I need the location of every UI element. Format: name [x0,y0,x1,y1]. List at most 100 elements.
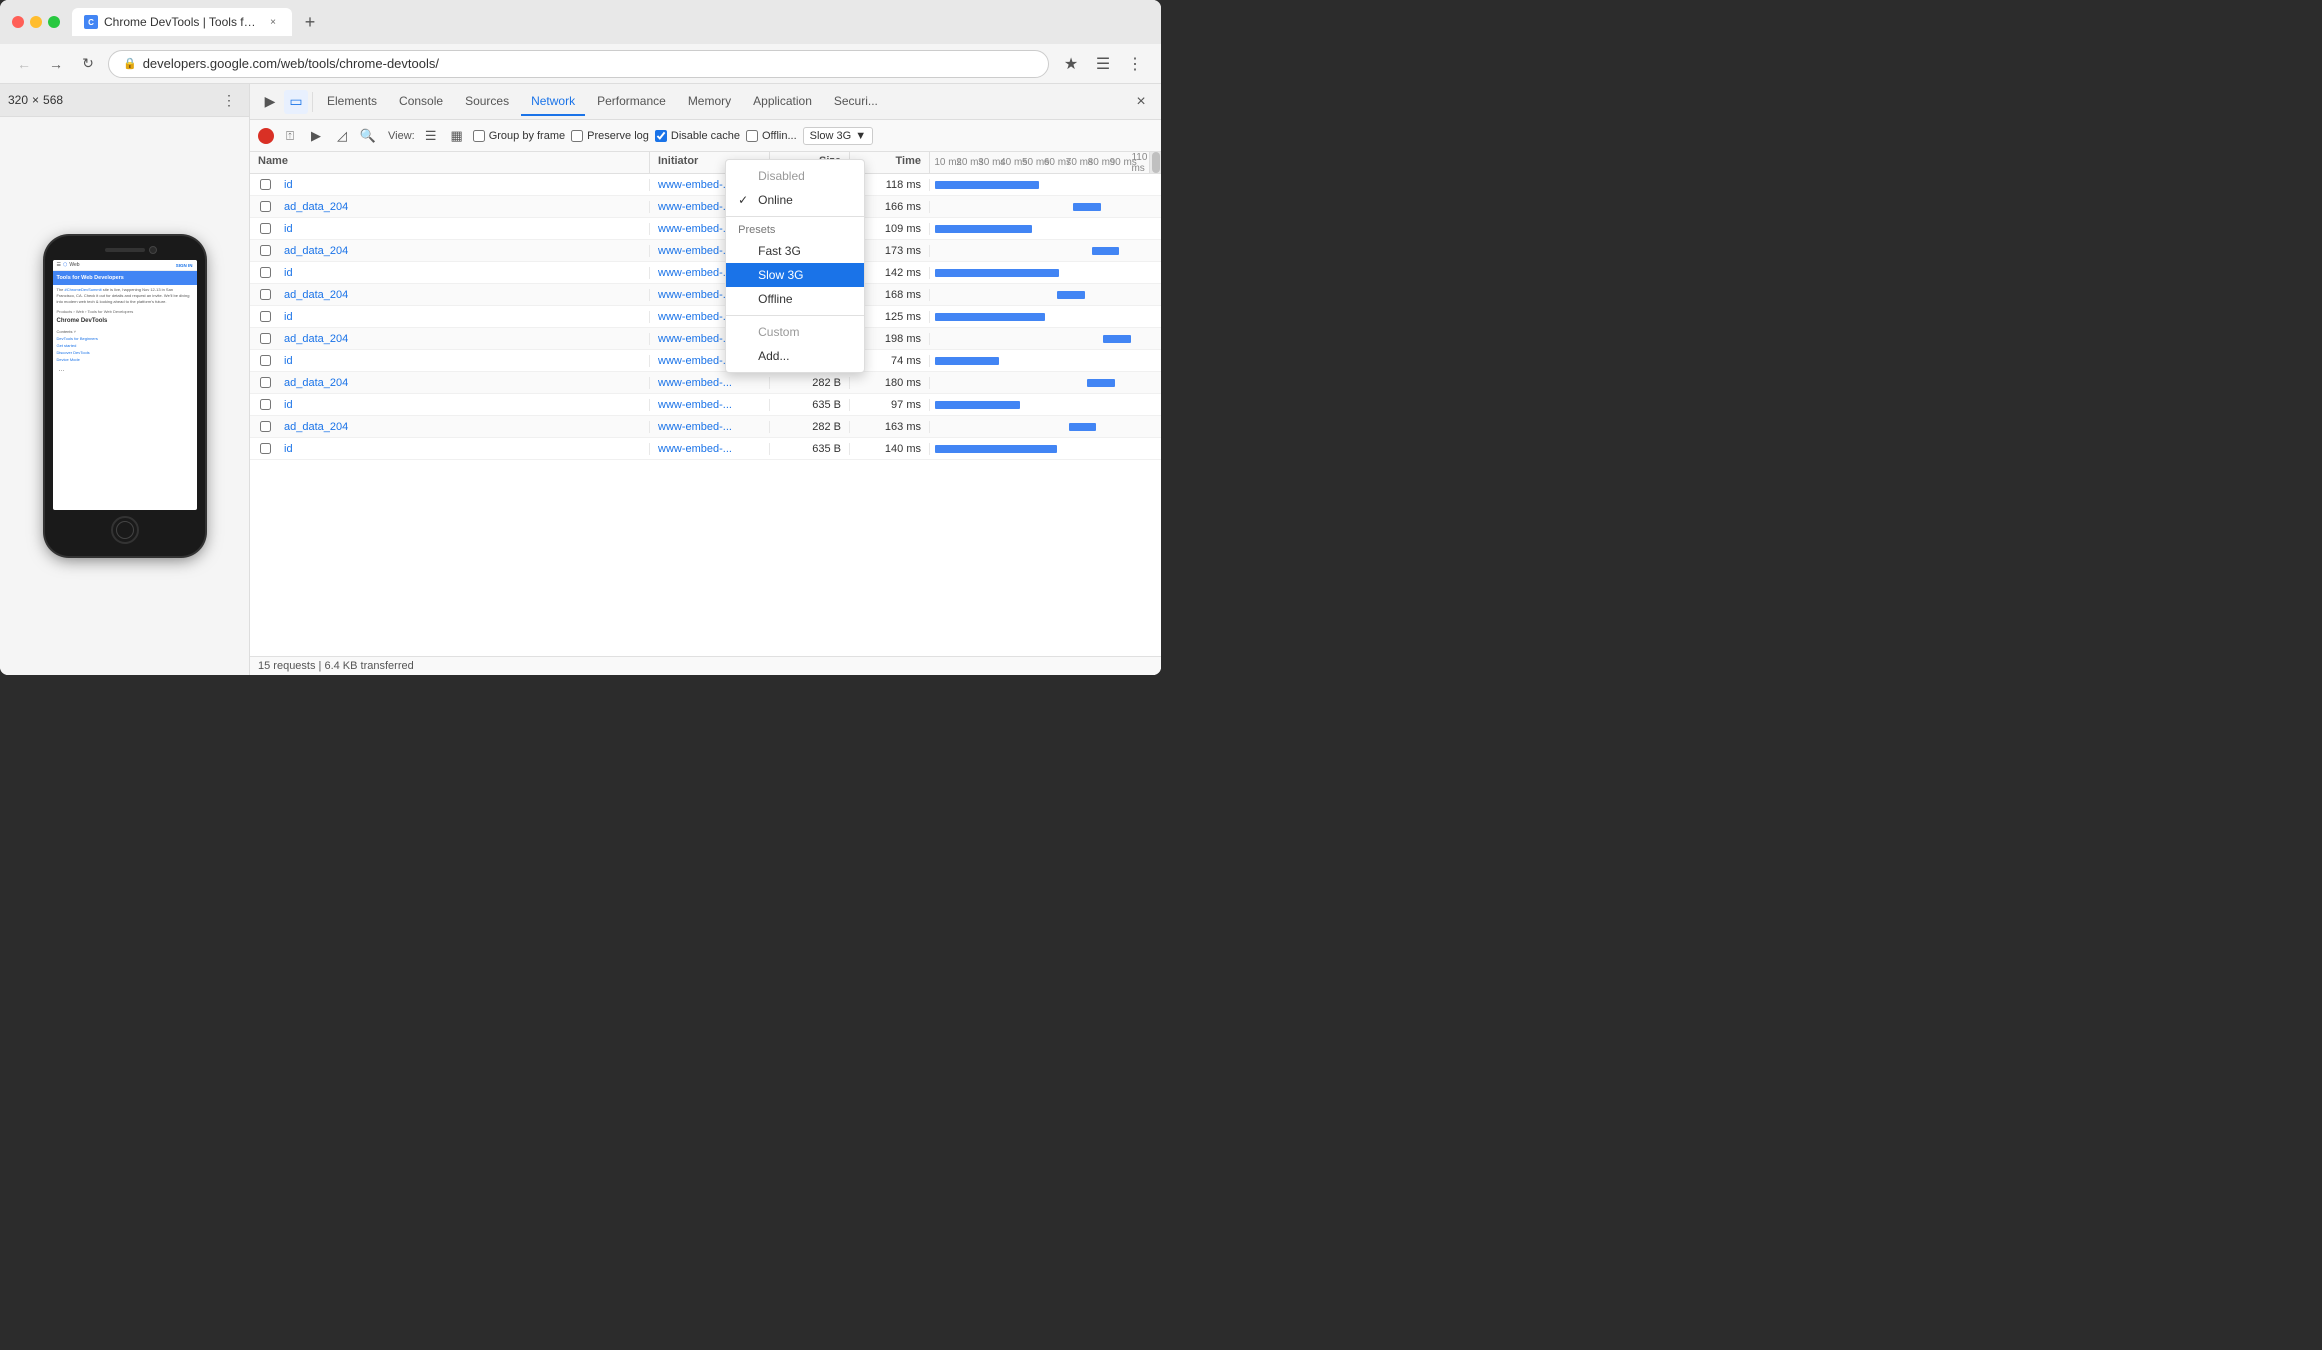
offline-checkmark [738,292,752,306]
table-row[interactable]: id www-embed-... 635 B 142 ms [250,262,1161,284]
disable-cache-input[interactable] [655,130,667,142]
device-mode-button[interactable]: ▭ [284,90,308,114]
phone-toc-item-0: DevTools for Beginners [57,335,193,342]
dropdown-item-custom[interactable]: Custom [726,320,864,344]
row-name-2[interactable]: id [280,223,650,235]
table-row[interactable]: id www-embed-... 635 B 118 ms [250,174,1161,196]
row-size-12: 635 B [770,443,850,455]
group-by-frame-input[interactable] [473,130,485,142]
add-checkmark [738,349,752,363]
row-initiator-9[interactable]: www-embed-... [650,377,770,389]
reload-button[interactable]: ↻ [76,52,100,76]
mobile-options-button[interactable]: ⋮ [217,88,241,112]
address-input[interactable]: 🔒 developers.google.com/web/tools/chrome… [108,50,1049,78]
row-initiator-10[interactable]: www-embed-... [650,399,770,411]
filter-button[interactable]: ◿ [332,126,352,146]
tab-bar: C Chrome DevTools | Tools for W × + [72,8,1149,36]
row-checkbox-2[interactable] [250,223,280,234]
inspect-element-button[interactable]: ▶ [258,90,282,114]
row-checkbox-1[interactable] [250,201,280,212]
dropdown-item-offline[interactable]: Offline [726,287,864,311]
tab-network[interactable]: Network [521,88,585,116]
dropdown-item-disabled[interactable]: Disabled [726,164,864,188]
table-row[interactable]: id www-embed-... 635 B 125 ms [250,306,1161,328]
table-row[interactable]: id www-embed-... 635 B 140 ms [250,438,1161,460]
table-row[interactable]: id www-embed-... 635 B 109 ms [250,218,1161,240]
table-row[interactable]: id www-embed-... 635 B 97 ms [250,394,1161,416]
maximize-traffic-light[interactable] [48,16,60,28]
extensions-button[interactable]: ☰ [1089,50,1117,78]
list-view-button[interactable]: ☰ [421,126,441,146]
row-checkbox-10[interactable] [250,399,280,410]
row-name-5[interactable]: ad_data_204 [280,289,650,301]
table-row[interactable]: ad_data_204 www-embed-... 282 B 168 ms [250,284,1161,306]
offline-checkbox[interactable]: Offlin... [746,130,797,142]
row-name-8[interactable]: id [280,355,650,367]
row-name-1[interactable]: ad_data_204 [280,201,650,213]
group-by-frame-checkbox[interactable]: Group by frame [473,130,565,142]
table-row[interactable]: ad_data_204 www-embed-... 282 B 180 ms [250,372,1161,394]
new-tab-button[interactable]: + [296,8,324,36]
row-initiator-11[interactable]: www-embed-... [650,421,770,433]
row-checkbox-5[interactable] [250,289,280,300]
record-button[interactable] [258,128,274,144]
row-name-6[interactable]: id [280,311,650,323]
disabled-checkmark [738,169,752,183]
dropdown-item-fast3g[interactable]: Fast 3G [726,239,864,263]
clear-button[interactable]: ⍐ [280,126,300,146]
phone-home-button[interactable] [111,516,139,544]
close-traffic-light[interactable] [12,16,24,28]
forward-button[interactable]: → [44,52,68,76]
menu-button[interactable]: ⋮ [1121,50,1149,78]
row-initiator-12[interactable]: www-embed-... [650,443,770,455]
tab-close-button[interactable]: × [266,15,280,29]
dropdown-item-add[interactable]: Add... [726,344,864,368]
back-button[interactable]: ← [12,52,36,76]
devtools-close-button[interactable]: × [1129,90,1153,114]
tab-memory[interactable]: Memory [678,88,741,116]
row-checkbox-3[interactable] [250,245,280,256]
row-name-12[interactable]: id [280,443,650,455]
tab-performance[interactable]: Performance [587,88,676,116]
row-name-7[interactable]: ad_data_204 [280,333,650,345]
offline-input[interactable] [746,130,758,142]
minimize-traffic-light[interactable] [30,16,42,28]
row-checkbox-12[interactable] [250,443,280,454]
preserve-log-input[interactable] [571,130,583,142]
tab-application[interactable]: Application [743,88,822,116]
bookmark-button[interactable]: ★ [1057,50,1085,78]
camera-button[interactable]: ▶ [306,126,326,146]
row-checkbox-7[interactable] [250,333,280,344]
row-name-4[interactable]: id [280,267,650,279]
throttle-button[interactable]: Slow 3G ▼ [803,127,873,145]
preserve-log-checkbox[interactable]: Preserve log [571,130,649,142]
table-row[interactable]: id www-embed-... 635 B 74 ms [250,350,1161,372]
tab-security[interactable]: Securi... [824,88,888,116]
row-name-10[interactable]: id [280,399,650,411]
tab-elements[interactable]: Elements [317,88,387,116]
table-row[interactable]: ad_data_204 www-embed-... 282 B 173 ms [250,240,1161,262]
tab-sources[interactable]: Sources [455,88,519,116]
row-name-11[interactable]: ad_data_204 [280,421,650,433]
row-name-3[interactable]: ad_data_204 [280,245,650,257]
row-name-0[interactable]: id [280,179,650,191]
tab-console[interactable]: Console [389,88,453,116]
dropdown-item-online[interactable]: ✓ Online [726,188,864,212]
row-checkbox-6[interactable] [250,311,280,322]
resize-handle[interactable] [1149,152,1161,173]
row-checkbox-11[interactable] [250,421,280,432]
row-checkbox-8[interactable] [250,355,280,366]
row-checkbox-0[interactable] [250,179,280,190]
dropdown-item-slow3g[interactable]: Slow 3G [726,263,864,287]
table-row[interactable]: ad_data_204 www-embed-... 282 B 166 ms [250,196,1161,218]
table-row[interactable]: ad_data_204 www-embed-... 282 B 198 ms [250,328,1161,350]
active-tab[interactable]: C Chrome DevTools | Tools for W × [72,8,292,36]
row-name-9[interactable]: ad_data_204 [280,377,650,389]
waterfall-bar-8 [935,357,1000,365]
row-checkbox-4[interactable] [250,267,280,278]
table-row[interactable]: ad_data_204 www-embed-... 282 B 163 ms [250,416,1161,438]
disable-cache-checkbox[interactable]: Disable cache [655,130,740,142]
search-button[interactable]: 🔍 [358,126,378,146]
row-checkbox-9[interactable] [250,377,280,388]
waterfall-view-button[interactable]: ▦ [447,126,467,146]
